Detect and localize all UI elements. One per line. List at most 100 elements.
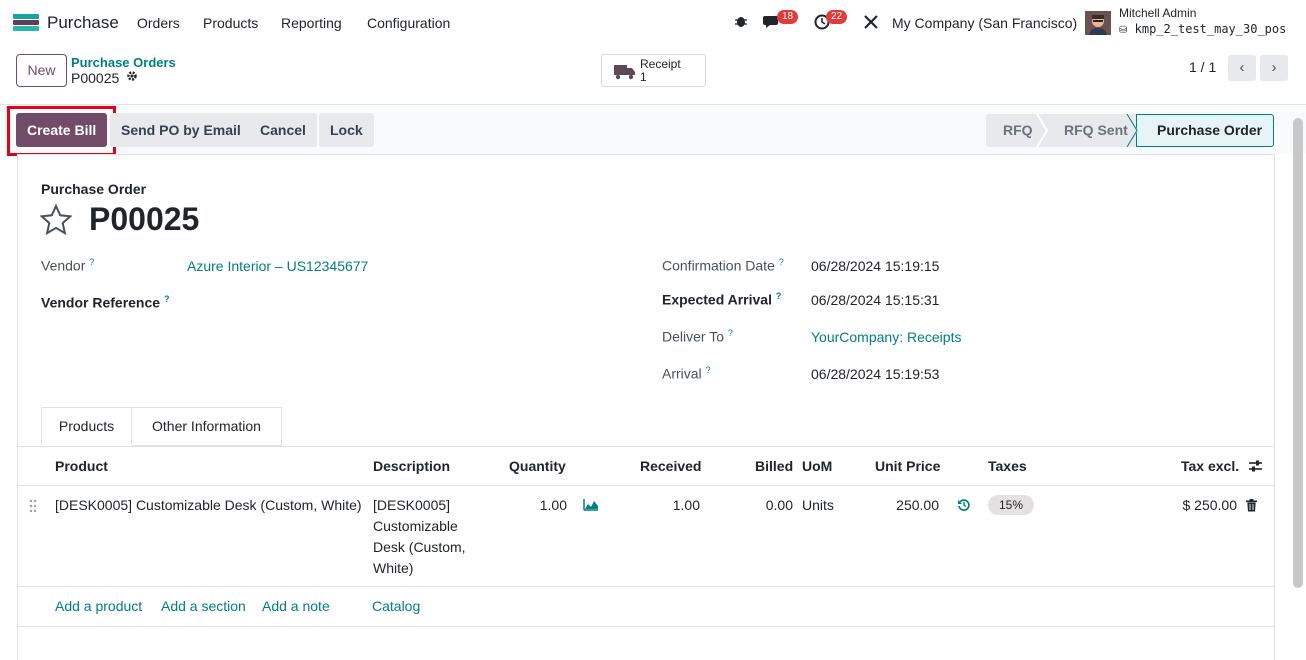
cell-received[interactable]: 1.00 bbox=[629, 495, 700, 516]
highlight-box bbox=[7, 106, 116, 156]
activities-badge: 22 bbox=[826, 10, 848, 24]
company-switcher[interactable]: My Company (San Francisco) bbox=[892, 15, 1077, 31]
col-taxes[interactable]: Taxes bbox=[988, 458, 1027, 474]
col-product[interactable]: Product bbox=[55, 458, 108, 474]
tax-tag[interactable]: 15% bbox=[988, 495, 1035, 515]
col-billed[interactable]: Billed bbox=[755, 458, 793, 474]
receipt-count: 1 bbox=[640, 70, 647, 84]
arrival-label: Arrival ? bbox=[662, 365, 711, 382]
add-note-link[interactable]: Add a note bbox=[262, 598, 330, 614]
database-name-text: kmp_2_test_may_30_pos bbox=[1134, 22, 1287, 36]
add-product-link[interactable]: Add a product bbox=[55, 598, 142, 614]
form-statusbar: Create Bill Send PO by Email Cancel Lock… bbox=[0, 104, 1306, 156]
deliver-to-field[interactable]: YourCompany: Receipts bbox=[811, 329, 961, 345]
arrival-help-icon[interactable]: ? bbox=[706, 365, 711, 375]
arrival-label-text: Arrival bbox=[662, 365, 702, 382]
cell-uom[interactable]: Units bbox=[802, 495, 834, 516]
forecast-chart-icon[interactable] bbox=[583, 498, 599, 514]
description-line: Customizable bbox=[373, 518, 458, 534]
database-name: ⛁ kmp_2_test_may_30_pos bbox=[1119, 22, 1286, 36]
price-reset-icon[interactable] bbox=[957, 498, 971, 515]
expected-arrival-help-icon[interactable]: ? bbox=[776, 291, 782, 301]
trash-icon[interactable] bbox=[1246, 499, 1257, 515]
database-icon: ⛁ bbox=[1119, 25, 1128, 36]
description-line: Desk (Custom, bbox=[373, 539, 466, 555]
purchase-app-icon[interactable] bbox=[13, 14, 39, 31]
bug-icon[interactable] bbox=[734, 14, 748, 32]
vendor-reference-help-icon[interactable]: ? bbox=[164, 294, 170, 304]
description-line: [DESK0005] bbox=[373, 497, 451, 513]
messages-badge: 18 bbox=[777, 10, 799, 24]
cell-billed[interactable]: 0.00 bbox=[733, 495, 793, 516]
menu-products[interactable]: Products bbox=[203, 15, 258, 31]
add-section-link[interactable]: Add a section bbox=[161, 598, 246, 614]
breadcrumb-purchase-orders[interactable]: Purchase Orders bbox=[71, 55, 176, 70]
vendor-reference-label: Vendor Reference ? bbox=[41, 294, 169, 311]
vendor-reference-label-text: Vendor Reference bbox=[41, 294, 161, 311]
document-type-label: Purchase Order bbox=[41, 181, 147, 197]
add-line-row: Add a product Add a section Add a note C… bbox=[17, 587, 1275, 627]
deliver-to-help-icon[interactable]: ? bbox=[728, 328, 733, 338]
tab-products[interactable]: Products bbox=[41, 407, 132, 446]
cell-description[interactable]: [DESK0005] Customizable Desk (Custom, Wh… bbox=[373, 495, 483, 579]
breadcrumb-current: P00025 bbox=[71, 70, 120, 86]
table-row[interactable]: [DESK0005] Customizable Desk (Custom, Wh… bbox=[17, 486, 1275, 587]
deliver-to-label: Deliver To ? bbox=[662, 328, 733, 345]
vendor-field[interactable]: Azure Interior – US12345677 bbox=[187, 258, 368, 274]
confirmation-date-label-text: Confirmation Date bbox=[662, 257, 775, 274]
stage-rfq[interactable]: RFQ bbox=[1003, 114, 1033, 147]
cell-quantity[interactable]: 1.00 bbox=[497, 495, 567, 516]
record-title: P00025 bbox=[89, 201, 200, 237]
expected-arrival-field[interactable]: 06/28/2024 15:15:31 bbox=[811, 292, 939, 308]
expected-arrival-label: Expected Arrival ? bbox=[662, 291, 781, 308]
receipt-label: Receipt 1 bbox=[640, 58, 681, 84]
menu-configuration[interactable]: Configuration bbox=[367, 15, 450, 31]
stage-purchase-order[interactable]: Purchase Order bbox=[1157, 114, 1262, 147]
lock-button[interactable]: Lock bbox=[319, 113, 374, 147]
col-uom[interactable]: UoM bbox=[802, 458, 832, 474]
optional-columns-icon[interactable] bbox=[1248, 459, 1263, 476]
col-unit-price[interactable]: Unit Price bbox=[875, 458, 940, 474]
stage-separator bbox=[1036, 114, 1049, 147]
cancel-button[interactable]: Cancel bbox=[249, 113, 317, 147]
cell-product[interactable]: [DESK0005] Customizable Desk (Custom, Wh… bbox=[55, 495, 362, 516]
top-navbar: Purchase Orders Products Reporting Confi… bbox=[0, 0, 1306, 46]
send-po-email-button[interactable]: Send PO by Email bbox=[110, 113, 252, 147]
stage-separator-active bbox=[1126, 114, 1138, 147]
confirmation-date-field[interactable]: 06/28/2024 15:19:15 bbox=[811, 258, 939, 274]
pager-next-button[interactable]: › bbox=[1260, 55, 1288, 81]
pager-previous-button[interactable]: ‹ bbox=[1228, 55, 1256, 81]
stage-rfq-sent[interactable]: RFQ Sent bbox=[1064, 114, 1128, 147]
confirmation-help-icon[interactable]: ? bbox=[779, 257, 784, 267]
description-line: White) bbox=[373, 560, 414, 576]
col-tax-excl[interactable]: Tax excl. bbox=[1181, 458, 1239, 474]
user-avatar[interactable] bbox=[1085, 11, 1111, 35]
vendor-label-text: Vendor bbox=[41, 257, 86, 274]
menu-reporting[interactable]: Reporting bbox=[281, 15, 342, 31]
cell-subtotal: $ 250.00 bbox=[1182, 497, 1238, 513]
vendor-help-icon[interactable]: ? bbox=[89, 257, 94, 267]
vendor-label: Vendor ? bbox=[41, 257, 94, 274]
user-name[interactable]: Mitchell Admin bbox=[1119, 6, 1196, 20]
scrollbar-thumb[interactable] bbox=[1293, 118, 1303, 588]
app-name[interactable]: Purchase bbox=[47, 13, 119, 33]
order-lines-header: Product Description Quantity Received Bi… bbox=[17, 446, 1275, 486]
pager-value[interactable]: 1 / 1 bbox=[1189, 59, 1216, 75]
arrival-field[interactable]: 06/28/2024 15:19:53 bbox=[811, 366, 939, 382]
col-received[interactable]: Received bbox=[640, 458, 701, 474]
deliver-to-label-text: Deliver To bbox=[662, 328, 724, 345]
receipt-smart-button[interactable]: Receipt 1 bbox=[601, 54, 706, 87]
tools-icon[interactable] bbox=[863, 14, 879, 34]
confirmation-date-label: Confirmation Date ? bbox=[662, 257, 784, 274]
gear-icon[interactable] bbox=[126, 70, 138, 85]
catalog-link[interactable]: Catalog bbox=[372, 598, 420, 614]
truck-icon bbox=[614, 64, 635, 80]
tab-other-information[interactable]: Other Information bbox=[132, 407, 282, 446]
cell-unit-price[interactable]: 250.00 bbox=[869, 495, 939, 516]
menu-orders[interactable]: Orders bbox=[137, 15, 180, 31]
new-button[interactable]: New bbox=[16, 54, 67, 87]
drag-handle-icon[interactable] bbox=[29, 499, 37, 516]
col-quantity[interactable]: Quantity bbox=[509, 458, 566, 474]
col-description[interactable]: Description bbox=[373, 458, 450, 474]
star-icon[interactable] bbox=[39, 203, 73, 238]
